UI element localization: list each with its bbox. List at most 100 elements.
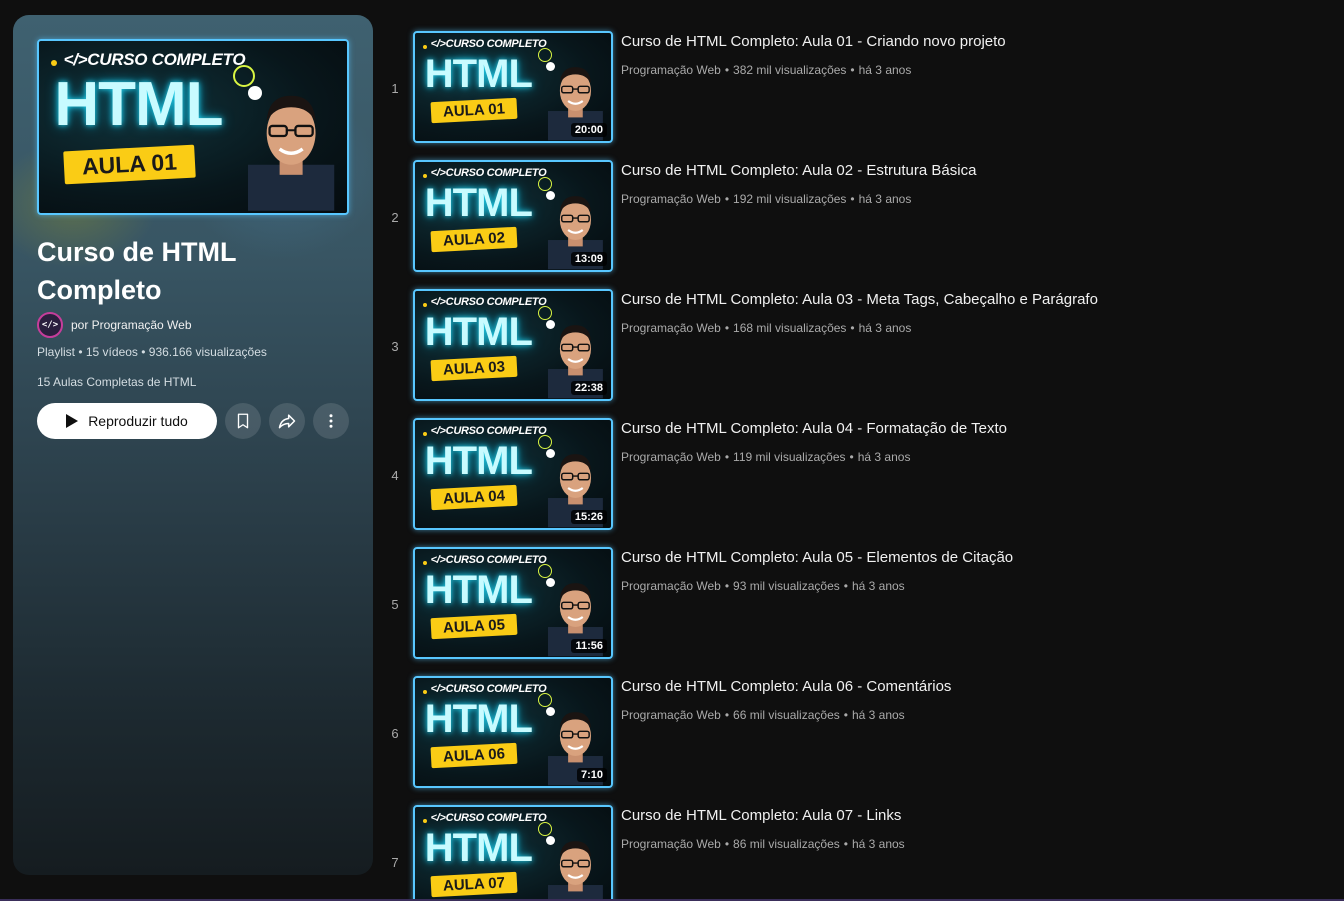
playlist-video-row[interactable]: 1 </>CURSO COMPLETO HTML AULA 01 20:00 C… [386, 31, 1326, 146]
playlist-description: 15 Aulas Completas de HTML [37, 375, 197, 389]
video-meta: Programação Web • 93 mil visualizações • há … [621, 579, 905, 593]
meta-separator: • [724, 708, 730, 722]
thumbnail-aula-tag: AULA 07 [430, 871, 518, 898]
thumbnail-html-text: HTML [424, 180, 533, 225]
thumbnail-html-text: HTML [54, 69, 223, 139]
share-button[interactable] [269, 403, 305, 439]
meta-separator: • [724, 579, 730, 593]
thumbnail-top-text: </>CURSO COMPLETO [430, 554, 547, 567]
playlist-video-row[interactable]: 2 </>CURSO COMPLETO HTML AULA 02 13:09 C… [386, 160, 1326, 275]
bookmark-icon [237, 413, 249, 429]
video-meta: Programação Web • 382 mil visualizações • há… [621, 63, 911, 77]
playlist-video-row[interactable]: 4 </>CURSO COMPLETO HTML AULA 04 15:26 C… [386, 418, 1326, 533]
more-actions-button[interactable] [313, 403, 349, 439]
thumbnail-aula-tag: AULA 06 [430, 742, 518, 769]
video-thumbnail[interactable]: </>CURSO COMPLETO HTML AULA 04 15:26 [413, 418, 613, 530]
video-thumbnail[interactable]: </>CURSO COMPLETO HTML AULA 03 22:38 [413, 289, 613, 401]
playlist-video-row[interactable]: 6 </>CURSO COMPLETO HTML AULA 06 7:10 Cu… [386, 676, 1326, 791]
video-duration: 13:09 [570, 252, 607, 266]
video-duration: 22:38 [570, 381, 607, 395]
meta-separator: • [843, 837, 848, 851]
video-thumbnail[interactable]: </>CURSO COMPLETO HTML AULA 01 20:00 [413, 31, 613, 143]
video-title[interactable]: Curso de HTML Completo: Aula 07 - Links [621, 807, 901, 824]
video-age: há 3 anos [851, 579, 905, 593]
save-playlist-button[interactable] [225, 403, 261, 439]
video-views: 192 mil visualizações [733, 192, 847, 206]
video-duration: 7:10 [576, 768, 607, 782]
video-channel[interactable]: Programação Web [621, 708, 721, 722]
thumbnail-top-text: </>CURSO COMPLETO [430, 425, 547, 438]
meta-separator: • [850, 63, 855, 77]
video-title[interactable]: Curso de HTML Completo: Aula 06 - Coment… [621, 678, 951, 695]
meta-separator: • [843, 579, 848, 593]
video-channel[interactable]: Programação Web [621, 192, 721, 206]
playlist-video-row[interactable]: 7 </>CURSO COMPLETO HTML AULA 07 Curso d… [386, 805, 1326, 901]
video-index: 7 [391, 855, 399, 870]
video-channel[interactable]: Programação Web [621, 837, 721, 851]
decor-dot [422, 560, 427, 565]
video-title[interactable]: Curso de HTML Completo: Aula 04 - Format… [621, 420, 1007, 437]
video-duration: 11:56 [571, 639, 607, 653]
thumbnail-top-text: </>CURSO COMPLETO [430, 683, 547, 696]
playlist-video-row[interactable]: 5 </>CURSO COMPLETO HTML AULA 05 11:56 C… [386, 547, 1326, 662]
thumbnail-html-text: HTML [424, 51, 533, 96]
thumbnail-art: </>CURSO COMPLETO HTML AULA 05 11:56 [413, 547, 613, 659]
video-index: 4 [391, 468, 399, 483]
playlist-thumbnail[interactable]: </>CURSO COMPLETO HTML AULA 01 [37, 39, 349, 215]
thumbnail-top-text: </>CURSO COMPLETO [430, 167, 547, 180]
video-channel[interactable]: Programação Web [621, 579, 721, 593]
thumbnail-art: </>CURSO COMPLETO HTML AULA 01 20:00 [413, 31, 613, 143]
meta-separator: • [724, 837, 730, 851]
video-meta: Programação Web • 168 mil visualizações • há… [621, 321, 911, 335]
channel-avatar[interactable]: </> [37, 312, 63, 338]
decor-dot [422, 173, 427, 178]
video-views: 119 mil visualizações [733, 450, 846, 464]
video-age: há 3 anos [858, 321, 912, 335]
meta-separator: • [724, 63, 730, 77]
playlist-meta: Playlist • 15 vídeos • 936.166 visualiza… [37, 345, 267, 359]
video-age: há 3 anos [858, 63, 912, 77]
video-channel[interactable]: Programação Web [621, 450, 721, 464]
thumbnail-aula-tag: AULA 01 [430, 97, 518, 124]
thumbnail-art: </>CURSO COMPLETO HTML AULA 07 [413, 805, 613, 901]
video-thumbnail[interactable]: </>CURSO COMPLETO HTML AULA 02 13:09 [413, 160, 613, 272]
thumbnail-art: </>CURSO COMPLETO HTML AULA 03 22:38 [413, 289, 613, 401]
video-index: 6 [391, 726, 399, 741]
video-meta: Programação Web • 66 mil visualizações • há … [621, 708, 905, 722]
meta-separator: • [849, 450, 854, 464]
playlist-video-row[interactable]: 3 </>CURSO COMPLETO HTML AULA 03 22:38 C… [386, 289, 1326, 404]
video-views: 93 mil visualizações [733, 579, 840, 593]
video-views: 168 mil visualizações [733, 321, 847, 335]
video-title[interactable]: Curso de HTML Completo: Aula 03 - Meta T… [621, 291, 1098, 308]
video-index: 1 [391, 81, 399, 96]
video-views: 86 mil visualizações [733, 837, 840, 851]
video-thumbnail[interactable]: </>CURSO COMPLETO HTML AULA 06 7:10 [413, 676, 613, 788]
playlist-owner[interactable]: </> por Programação Web [37, 312, 192, 338]
play-all-label: Reproduzir tudo [88, 413, 188, 429]
thumbnail-html-text: HTML [424, 309, 533, 354]
video-channel[interactable]: Programação Web [621, 321, 721, 335]
thumbnail-art: </>CURSO COMPLETO HTML AULA 04 15:26 [413, 418, 613, 530]
video-index: 3 [391, 339, 399, 354]
thumbnail-html-text: HTML [424, 567, 533, 612]
video-views: 382 mil visualizações [733, 63, 847, 77]
video-title[interactable]: Curso de HTML Completo: Aula 02 - Estrut… [621, 162, 976, 179]
thumbnail-aula-tag: AULA 01 [62, 144, 196, 185]
video-title[interactable]: Curso de HTML Completo: Aula 05 - Elemen… [621, 549, 1013, 566]
more-vert-icon [329, 414, 333, 428]
decor-dot [422, 431, 427, 436]
video-title[interactable]: Curso de HTML Completo: Aula 01 - Criand… [621, 33, 1006, 50]
video-thumbnail[interactable]: </>CURSO COMPLETO HTML AULA 05 11:56 [413, 547, 613, 659]
meta-separator: • [843, 708, 848, 722]
decor-dot [422, 818, 427, 823]
video-channel[interactable]: Programação Web [621, 63, 721, 77]
thumbnail-aula-tag: AULA 04 [430, 484, 518, 511]
owner-label[interactable]: por Programação Web [71, 318, 192, 332]
decor-dot [422, 302, 427, 307]
video-thumbnail[interactable]: </>CURSO COMPLETO HTML AULA 07 [413, 805, 613, 901]
video-duration: 15:26 [570, 510, 607, 524]
thumbnail-art: </>CURSO COMPLETO HTML AULA 01 [37, 39, 349, 215]
play-all-button[interactable]: Reproduzir tudo [37, 403, 217, 439]
video-age: há 3 anos [857, 450, 911, 464]
meta-separator: • [724, 321, 730, 335]
